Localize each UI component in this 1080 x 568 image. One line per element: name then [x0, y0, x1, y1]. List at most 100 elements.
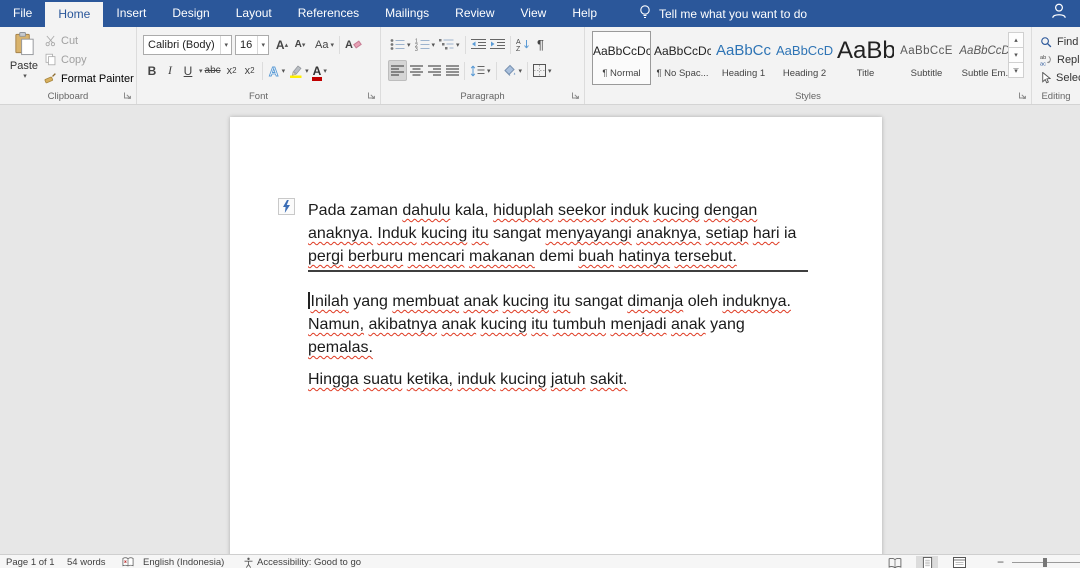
tab-file[interactable]: File	[0, 0, 45, 27]
shading-button[interactable]: ▾	[500, 60, 525, 81]
account-button[interactable]	[1050, 0, 1080, 27]
print-layout-button[interactable]	[916, 556, 938, 568]
select-button[interactable]: Select	[1040, 69, 1080, 87]
status-proofing-button[interactable]	[122, 556, 134, 568]
style-item-no-spacing[interactable]: AaBbCcDc ¶ No Spac...	[653, 31, 712, 85]
tab-mailings[interactable]: Mailings	[372, 0, 442, 27]
bold-button[interactable]: B	[143, 60, 161, 81]
clipboard-dialog-launcher[interactable]	[122, 90, 133, 101]
font-name-select[interactable]: Calibri (Body) ▾	[143, 35, 232, 55]
cut-button[interactable]: Cut	[44, 31, 134, 50]
web-layout-button[interactable]	[948, 556, 970, 568]
misspelled-word: seekor	[558, 202, 606, 219]
borders-button[interactable]: ▾	[531, 60, 554, 81]
highlight-button[interactable]: ▾	[287, 60, 311, 81]
find-button[interactable]: Find	[1040, 33, 1080, 51]
styles-scroll-up-button[interactable]: ▴	[1008, 32, 1024, 48]
grow-font-button[interactable]: A▴	[273, 34, 291, 55]
tell-me-box[interactable]: Tell me what you want to do	[638, 0, 807, 27]
tab-home[interactable]: Home	[45, 2, 103, 27]
styles-more-button[interactable]: —▾	[1008, 62, 1024, 78]
font-group: Calibri (Body) ▾ 16 ▾ A▴ A▾ Aa▾	[137, 27, 381, 104]
autocorrect-options-button[interactable]	[278, 198, 295, 215]
numbering-button[interactable]: 123 ▾	[413, 34, 438, 55]
tab-help[interactable]: Help	[559, 0, 610, 27]
styles-scroll-down-button[interactable]: ▾	[1008, 47, 1024, 63]
paragraph[interactable]: Hingga suatu ketika, induk kucing jatuh …	[308, 368, 808, 391]
clipboard-group: Paste ▾ Cut Copy Format Painter Clipboar…	[0, 27, 137, 104]
zoom-out-button[interactable]: −	[997, 556, 1004, 568]
sort-button[interactable]: AZ	[514, 34, 532, 55]
style-item-title[interactable]: AaBbCcDc Title	[836, 31, 895, 85]
status-language[interactable]: English (Indonesia)	[143, 556, 224, 568]
line-spacing-button[interactable]: ▾	[468, 60, 493, 81]
read-mode-button[interactable]	[884, 556, 906, 568]
word: zaman	[350, 202, 398, 219]
format-painter-button[interactable]: Format Painter	[44, 69, 134, 88]
misspelled-word: makanan	[469, 248, 535, 265]
decrease-indent-button[interactable]	[469, 34, 488, 55]
tab-review[interactable]: Review	[442, 0, 507, 27]
document-page[interactable]: Pada zaman dahulu kala, hiduplah seekor …	[230, 117, 882, 554]
font-size-select[interactable]: 16 ▾	[235, 35, 269, 55]
clear-formatting-button[interactable]: A	[343, 34, 363, 55]
status-accessibility[interactable]: Accessibility: Good to go	[243, 556, 361, 568]
tab-design[interactable]: Design	[159, 0, 222, 27]
style-item-normal[interactable]: AaBbCcDc ¶ Normal	[592, 31, 651, 85]
justify-button[interactable]	[443, 60, 461, 81]
paragraph[interactable]: Pada zaman dahulu kala, hiduplah seekor …	[308, 199, 808, 272]
tab-insert[interactable]: Insert	[103, 0, 159, 27]
style-item-heading-2[interactable]: AaBbCcD Heading 2	[775, 31, 834, 85]
cut-label: Cut	[61, 35, 78, 47]
styles-dialog-launcher[interactable]	[1017, 90, 1028, 101]
status-page-indicator[interactable]: Page 1 of 1	[6, 556, 55, 568]
text-effects-button[interactable]: A ▾	[266, 60, 288, 81]
paragraph-dialog-launcher[interactable]	[570, 90, 581, 101]
align-center-button[interactable]	[407, 60, 425, 81]
title-bar: File Home Insert Design Layout Reference…	[0, 0, 1080, 27]
document-text[interactable]: Pada zaman dahulu kala, hiduplah seekor …	[308, 199, 808, 400]
word: demi	[539, 248, 574, 265]
superscript-button[interactable]: x2	[241, 60, 259, 81]
shrink-font-button[interactable]: A▾	[291, 34, 309, 55]
style-item-heading-1[interactable]: AaBbCc Heading 1	[714, 31, 773, 85]
change-case-button[interactable]: Aa▾	[313, 34, 336, 55]
multilevel-list-button[interactable]: ▾	[437, 34, 462, 55]
tab-view[interactable]: View	[508, 0, 560, 27]
misspelled-word: anaknya.	[308, 225, 373, 242]
align-right-button[interactable]	[425, 60, 443, 81]
shading-icon	[502, 64, 517, 77]
find-label: Find	[1057, 36, 1078, 48]
chevron-down-icon: ▾	[456, 41, 460, 49]
strikethrough-button[interactable]: abc	[203, 60, 223, 81]
bullets-button[interactable]: ▾	[388, 34, 413, 55]
italic-button[interactable]: I	[161, 60, 179, 81]
paste-button[interactable]: Paste ▾	[6, 31, 42, 95]
misspelled-word: kucing	[481, 316, 527, 333]
copy-button[interactable]: Copy	[44, 50, 134, 69]
misspelled-word: setiap	[706, 225, 749, 242]
replace-button[interactable]: abac Replace	[1040, 51, 1080, 69]
misspelled-word: anaknya,	[636, 225, 701, 242]
word: Pada	[308, 202, 345, 219]
status-word-count[interactable]: 54 words	[67, 556, 106, 568]
style-item-subtitle[interactable]: AaBbCcE Subtitle	[897, 31, 956, 85]
show-paragraph-marks-button[interactable]: ¶	[532, 34, 550, 55]
style-name: ¶ No Spac...	[654, 68, 711, 79]
misspelled-word: dahulu	[402, 202, 450, 219]
font-color-button[interactable]: A ▾	[311, 60, 329, 81]
style-preview: AaBbCcDc	[593, 32, 650, 68]
font-dialog-launcher[interactable]	[366, 90, 377, 101]
increase-indent-button[interactable]	[488, 34, 507, 55]
tab-layout[interactable]: Layout	[223, 0, 285, 27]
subscript-button[interactable]: x2	[223, 60, 241, 81]
misspelled-word: tumbuh	[553, 316, 606, 333]
zoom-slider-thumb[interactable]	[1043, 558, 1047, 567]
chevron-down-icon: ▾	[257, 36, 268, 54]
tab-references[interactable]: References	[285, 0, 372, 27]
align-left-button[interactable]	[388, 60, 407, 81]
paragraph-group-label: Paragraph	[381, 91, 584, 102]
underline-button[interactable]: U	[179, 60, 197, 81]
chevron-down-icon: ▾	[8, 72, 42, 80]
paragraph[interactable]: Inilah yang membuat anak kucing itu sang…	[308, 290, 808, 359]
